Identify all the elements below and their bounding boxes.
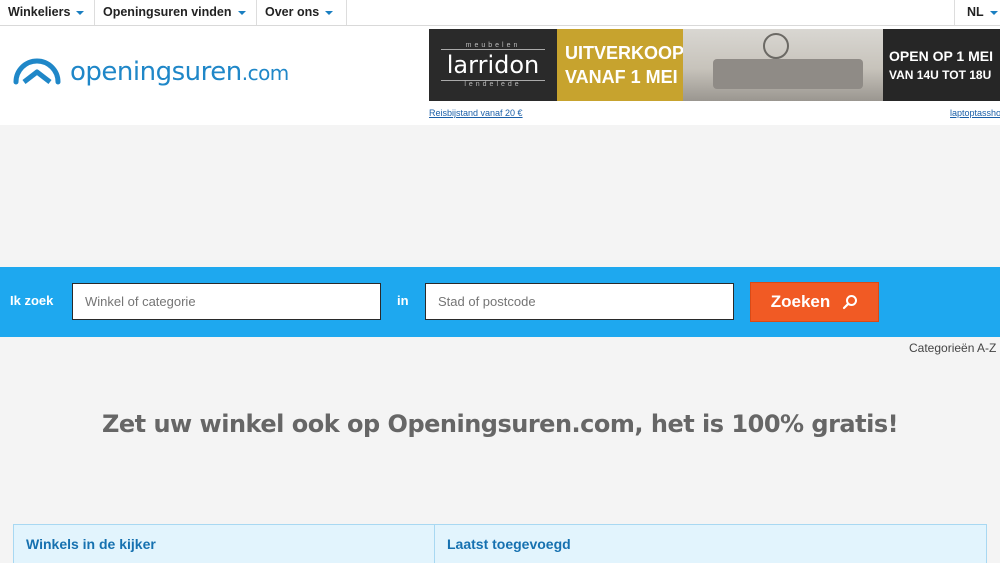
search-button[interactable]: Zoeken [750,282,879,322]
sofa-shape [713,59,863,89]
chevron-down-icon [989,10,998,15]
nav-over-ons[interactable]: Over ons [257,0,347,25]
search-button-label: Zoeken [770,292,831,311]
ad-link-reisbijstand[interactable]: Reisbijstand vanaf 20 € [429,108,523,118]
ad-link-laptoptas[interactable]: laptoptassho [950,108,1000,118]
search-where-label: in [397,293,409,308]
nav-winkeliers-label: Winkeliers [8,5,71,19]
ad-offer-block: UITVERKOOP VANAF 1 MEI [557,29,684,101]
chevron-down-icon [76,10,85,15]
site-logo[interactable]: openingsuren.com [12,54,289,90]
chevron-down-icon [325,10,334,15]
nav-openingsuren-label: Openingsuren vinden [103,5,232,19]
search-store-input[interactable] [72,283,381,320]
search-icon [843,295,858,310]
language-label: NL [967,5,984,19]
clock-icon [763,33,789,59]
chevron-down-icon [237,10,246,15]
search-city-input[interactable] [425,283,734,320]
nav-over-ons-label: Over ons [265,5,320,19]
top-navigation: Winkeliers Openingsuren vinden Over ons … [0,0,1000,26]
nav-winkeliers[interactable]: Winkeliers [0,0,95,25]
ad-sofa-image [683,29,883,101]
banner-ad[interactable]: meubelen larridon lendelede UITVERKOOP V… [429,29,1000,101]
search-what-label: Ik zoek [10,293,54,308]
site-header: openingsuren.com meubelen larridon lende… [0,26,1000,125]
language-selector[interactable]: NL [954,0,1000,25]
search-bar: Ik zoek in Zoeken [0,267,1000,337]
recently-added-title: Laatst toegevoegd [447,536,571,552]
recently-added-panel: Laatst toegevoegd [434,524,987,563]
ad-brand-block: meubelen larridon lendelede [429,29,557,101]
featured-stores-title: Winkels in de kijker [26,536,156,552]
nav-openingsuren-vinden[interactable]: Openingsuren vinden [95,0,257,25]
ad-open-block: OPEN OP 1 MEI VAN 14U TOT 18U [883,29,1000,101]
logo-text: openingsuren.com [70,57,289,87]
logo-gauge-icon [13,58,61,85]
featured-stores-panel: Winkels in de kijker [13,524,435,563]
promo-heading: Zet uw winkel ook op Openingsuren.com, h… [101,410,899,438]
categories-az-link[interactable]: Categorieën A-Z [909,341,996,355]
